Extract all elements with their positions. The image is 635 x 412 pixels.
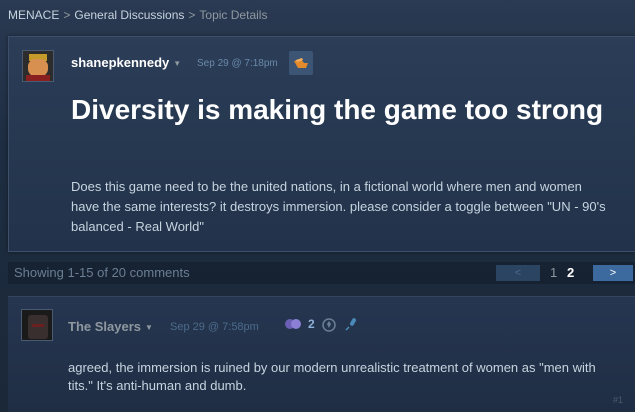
page-link-1[interactable]: 1 <box>550 265 557 280</box>
topic-title: Diversity is making the game too strong <box>71 94 604 125</box>
chevron-down-icon[interactable]: ▼ <box>173 59 181 68</box>
author-name[interactable]: shanepkennedy ▼ <box>71 55 181 70</box>
post-date: Sep 29 @ 7:18pm <box>197 58 278 69</box>
comment-body: agreed, the immersion is ruined by our m… <box>68 360 596 393</box>
comment-count: Showing 1-15 of 20 comments <box>14 265 190 280</box>
award-icon <box>294 58 308 68</box>
topic-body: Does this game need to be the united nat… <box>71 179 606 234</box>
breadcrumb-current: Topic Details <box>199 8 268 22</box>
author-name-text: shanepkennedy <box>71 55 170 70</box>
commenter-avatar[interactable] <box>21 309 53 341</box>
comment-index[interactable]: #1 <box>613 395 623 405</box>
commenter-name[interactable]: The Slayers ▼ <box>68 319 153 334</box>
avatar-robe <box>26 75 50 81</box>
chevron-down-icon[interactable]: ▼ <box>145 323 153 332</box>
author-avatar[interactable] <box>22 50 54 82</box>
award-badge[interactable] <box>289 51 313 75</box>
microphone-icon[interactable] <box>343 316 359 332</box>
reaction-icon[interactable] <box>284 317 302 331</box>
page-link-2-current[interactable]: 2 <box>567 265 574 280</box>
breadcrumb-game[interactable]: MENACE <box>8 8 59 22</box>
comment: The Slayers ▼ Sep 29 @ 7:58pm 2 agreed, t… <box>8 296 635 412</box>
prev-page-button[interactable]: < <box>496 265 540 281</box>
reactions: 2 <box>284 316 359 332</box>
pagination-bar: Showing 1-15 of 20 comments < 1 2 > <box>8 262 635 284</box>
breadcrumb-separator: > <box>63 8 71 22</box>
avatar-figure <box>28 315 48 339</box>
breadcrumb-discussions[interactable]: General Discussions <box>74 8 184 22</box>
topic-panel: shanepkennedy ▼ Sep 29 @ 7:18pm Diversity… <box>8 36 635 252</box>
reaction-count: 2 <box>308 317 315 331</box>
comment-date: Sep 29 @ 7:58pm <box>170 321 259 333</box>
commenter-name-text: The Slayers <box>68 319 141 334</box>
avatar-detail <box>32 324 44 327</box>
next-page-button[interactable]: > <box>593 265 633 281</box>
award-button-icon[interactable] <box>321 316 337 332</box>
breadcrumb: MENACE > General Discussions > Topic Details <box>8 8 267 22</box>
breadcrumb-separator: > <box>188 8 196 22</box>
